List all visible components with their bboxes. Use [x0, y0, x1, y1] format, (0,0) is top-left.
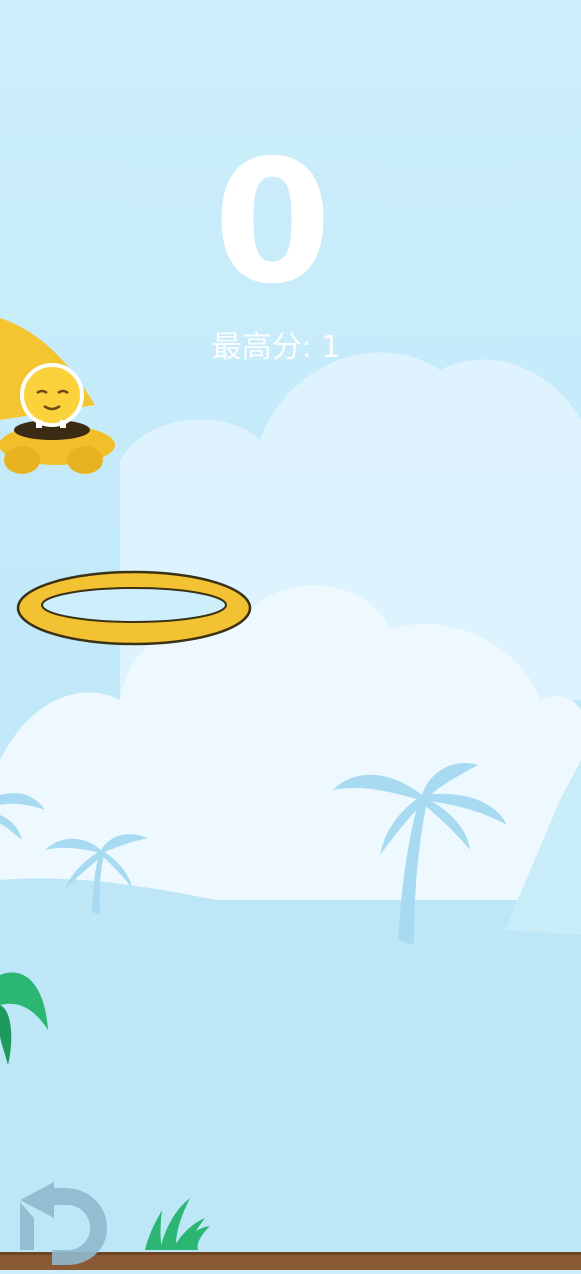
restart-button[interactable]	[12, 1180, 112, 1270]
restart-icon	[20, 1182, 107, 1265]
score-counter: 0	[213, 124, 332, 322]
hoop-ring	[16, 570, 252, 646]
best-score-label: 最高分: 1	[211, 330, 341, 365]
